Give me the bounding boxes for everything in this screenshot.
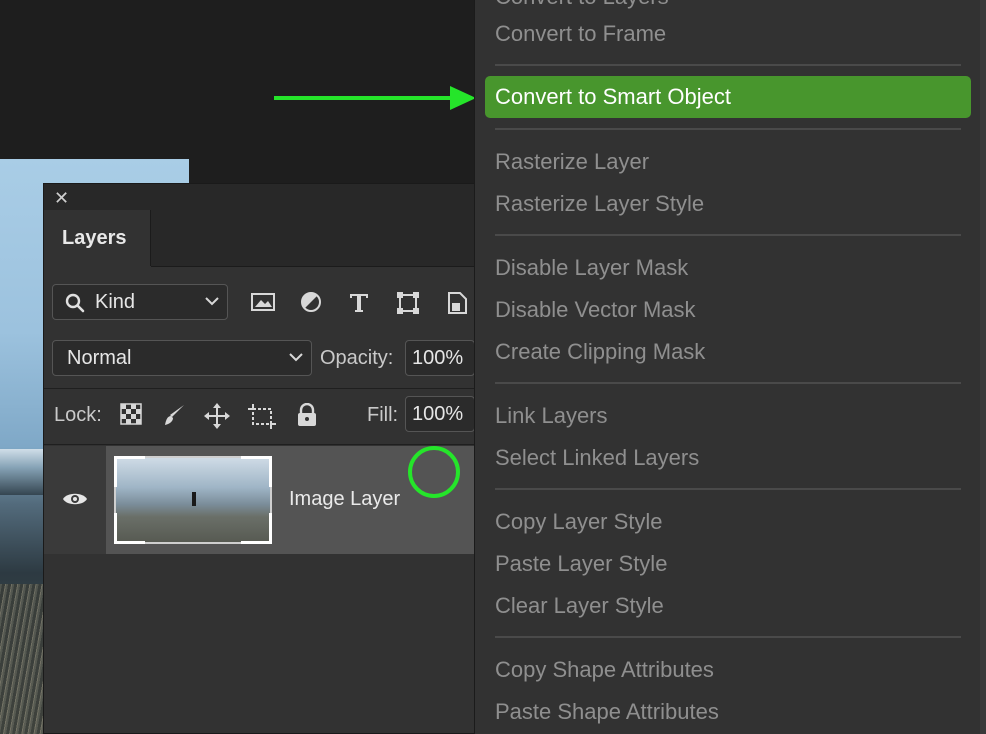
context-menu: Convert to Layers Convert to Frame Conve… <box>474 0 982 734</box>
chevron-down-icon <box>205 297 219 306</box>
lock-label: Lock: <box>54 404 102 426</box>
smart-object-filter-icon[interactable] <box>446 291 468 315</box>
fill-label: Fill: <box>367 404 399 426</box>
adjustment-filter-icon[interactable] <box>300 291 322 313</box>
lock-transparent-pixels-icon[interactable] <box>120 403 142 425</box>
lock-artboard-icon[interactable] <box>248 403 276 429</box>
image-filter-icon[interactable] <box>250 291 276 313</box>
menu-item-create-clipping-mask[interactable]: Create Clipping Mask <box>495 337 705 367</box>
menu-separator <box>495 128 961 130</box>
menu-item-link-layers[interactable]: Link Layers <box>495 401 608 431</box>
opacity-label: Opacity: <box>320 347 394 369</box>
menu-item-disable-vector-mask[interactable]: Disable Vector Mask <box>495 295 696 325</box>
menu-item-disable-layer-mask[interactable]: Disable Layer Mask <box>495 253 688 283</box>
annotation-arrow-icon <box>274 86 476 110</box>
lock-all-icon[interactable] <box>296 403 318 427</box>
layers-panel: ✕ Layers Kind Normal Opacity: 100% Lock:… <box>43 183 483 734</box>
blend-mode-select[interactable]: Normal <box>52 340 312 376</box>
close-icon[interactable]: ✕ <box>54 188 69 209</box>
menu-separator <box>495 64 961 66</box>
menu-item-convert-to-frame[interactable]: Convert to Frame <box>495 19 666 49</box>
menu-separator <box>495 382 961 384</box>
menu-separator <box>495 636 961 638</box>
menu-item-copy-shape-attributes[interactable]: Copy Shape Attributes <box>495 655 714 685</box>
lock-image-pixels-icon[interactable] <box>162 403 186 427</box>
lock-position-icon[interactable] <box>204 403 230 429</box>
menu-item-paste-layer-style[interactable]: Paste Layer Style <box>495 549 667 579</box>
layer-name: Image Layer <box>289 488 401 510</box>
search-icon <box>65 293 85 313</box>
tab-layers[interactable]: Layers <box>44 210 151 266</box>
blend-mode-label: Normal <box>67 347 132 369</box>
shape-filter-icon[interactable] <box>396 291 420 315</box>
opacity-input[interactable]: 100% <box>405 340 475 376</box>
menu-item-convert-to-smart-object[interactable]: Convert to Smart Object <box>485 76 971 118</box>
layer-thumbnail[interactable] <box>114 456 272 544</box>
type-filter-icon[interactable] <box>348 291 370 313</box>
kind-filter-label: Kind <box>95 291 136 313</box>
menu-item-rasterize-layer-style[interactable]: Rasterize Layer Style <box>495 189 704 219</box>
menu-item-rasterize-layer[interactable]: Rasterize Layer <box>495 147 649 177</box>
divider <box>44 388 482 389</box>
layer-row[interactable]: Image Layer <box>44 446 482 554</box>
tab-strip <box>151 210 482 267</box>
menu-item-paste-shape-attributes[interactable]: Paste Shape Attributes <box>495 697 719 727</box>
eye-icon[interactable] <box>62 490 88 508</box>
divider <box>44 444 482 445</box>
menu-separator <box>495 234 961 236</box>
annotation-circle <box>408 446 460 498</box>
menu-separator <box>495 488 961 490</box>
fill-input[interactable]: 100% <box>405 396 475 432</box>
panel-title-bar <box>44 184 482 211</box>
background-panel-edge <box>980 0 986 734</box>
chevron-down-icon <box>289 353 303 362</box>
menu-item-select-linked-layers[interactable]: Select Linked Layers <box>495 443 699 473</box>
menu-item-clear-layer-style[interactable]: Clear Layer Style <box>495 591 664 621</box>
menu-item-copy-layer-style[interactable]: Copy Layer Style <box>495 507 663 537</box>
menu-item-convert-to-layers[interactable]: Convert to Layers <box>495 0 669 12</box>
kind-filter-select[interactable]: Kind <box>52 284 228 320</box>
figure-silhouette <box>192 492 196 506</box>
